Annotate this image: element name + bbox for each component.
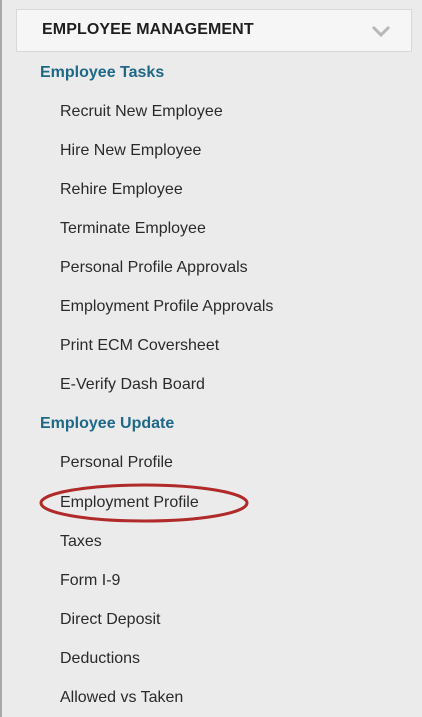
menu-item-taxes[interactable]: Taxes <box>60 533 102 551</box>
menu-item-employment-profile-approvals[interactable]: Employment Profile Approvals <box>60 298 273 316</box>
section-employee-update: Employee Update <box>40 415 175 432</box>
menu-item-personal-profile-approvals[interactable]: Personal Profile Approvals <box>60 259 248 277</box>
menu-item-rehire-employee[interactable]: Rehire Employee <box>60 181 183 199</box>
menu-item-hire-new-employee[interactable]: Hire New Employee <box>60 142 201 160</box>
menu-item-terminate-employee[interactable]: Terminate Employee <box>60 220 206 238</box>
employee-management-panel: EMPLOYEE MANAGEMENT Employee Tasks Recru… <box>0 0 422 717</box>
highlight-ellipse <box>39 483 249 523</box>
menu-header[interactable]: EMPLOYEE MANAGEMENT <box>16 9 412 52</box>
menu-item-print-ecm-coversheet[interactable]: Print ECM Coversheet <box>60 337 219 355</box>
menu-item-e-verify-dash-board[interactable]: E-Verify Dash Board <box>60 376 205 394</box>
menu-item-allowed-vs-taken[interactable]: Allowed vs Taken <box>60 689 183 707</box>
section-employee-tasks: Employee Tasks <box>40 64 165 81</box>
menu-item-form-i-9[interactable]: Form I-9 <box>60 572 120 590</box>
menu-item-personal-profile[interactable]: Personal Profile <box>60 454 173 472</box>
menu-item-recruit-new-employee[interactable]: Recruit New Employee <box>60 103 223 121</box>
chevron-down-icon[interactable] <box>371 24 391 38</box>
menu-item-direct-deposit[interactable]: Direct Deposit <box>60 611 160 629</box>
menu-title: EMPLOYEE MANAGEMENT <box>42 21 254 38</box>
menu-item-deductions[interactable]: Deductions <box>60 650 140 668</box>
